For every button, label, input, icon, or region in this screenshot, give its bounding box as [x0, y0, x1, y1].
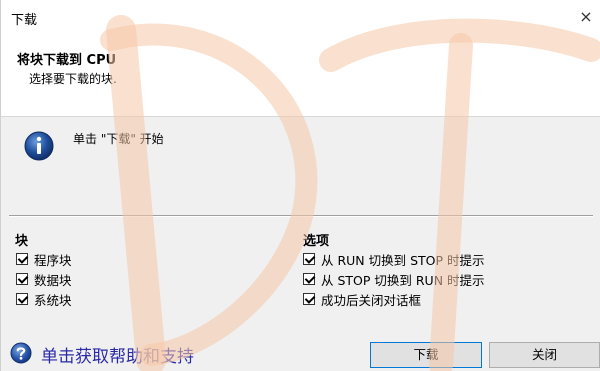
- help-link[interactable]: 单击获取帮助和支持: [41, 342, 194, 367]
- header-panel: 将块下载到 CPU 选择要下载的块.: [1, 36, 600, 117]
- checkbox-icon[interactable]: [16, 293, 28, 305]
- header-title: 将块下载到 CPU: [17, 53, 117, 68]
- title-bar: 下载 ×: [1, 0, 600, 36]
- checkbox-label: 从 STOP 切换到 RUN 时提示: [321, 272, 485, 288]
- download-button[interactable]: 下载: [370, 342, 482, 368]
- options-group-title: 选项: [303, 234, 330, 249]
- checkbox-label: 系统块: [34, 292, 72, 308]
- header-subtitle: 选择要下载的块.: [29, 72, 117, 86]
- info-message: 单击 "下载" 开始: [73, 132, 164, 146]
- checkbox-icon[interactable]: [16, 273, 28, 285]
- checkbox-run-to-stop-prompt[interactable]: 从 RUN 切换到 STOP 时提示: [303, 250, 485, 268]
- checkbox-label: 数据块: [34, 272, 72, 288]
- info-icon: [24, 131, 54, 161]
- checkbox-label: 成功后关闭对话框: [321, 292, 422, 308]
- window-title: 下载: [11, 13, 38, 28]
- checkbox-close-on-success[interactable]: 成功后关闭对话框: [303, 290, 421, 308]
- checkbox-icon[interactable]: [303, 253, 315, 265]
- checkbox-label: 程序块: [34, 252, 72, 268]
- checkbox-data-block[interactable]: 数据块: [16, 270, 72, 288]
- checkbox-icon[interactable]: [303, 293, 315, 305]
- checkbox-icon[interactable]: [16, 253, 28, 265]
- checkbox-label: 从 RUN 切换到 STOP 时提示: [321, 252, 485, 268]
- checkbox-system-block[interactable]: 系统块: [16, 290, 72, 308]
- checkbox-icon[interactable]: [303, 273, 315, 285]
- download-dialog: 下载 × 将块下载到 CPU 选择要下载的块. 单击 "下载" 开始 块 程序块…: [0, 0, 600, 371]
- close-icon[interactable]: ×: [575, 6, 597, 28]
- checkbox-program-block[interactable]: 程序块: [16, 250, 72, 268]
- blocks-group-title: 块: [15, 234, 29, 249]
- group-divider: [9, 215, 593, 217]
- help-icon[interactable]: [10, 342, 32, 364]
- checkbox-stop-to-run-prompt[interactable]: 从 STOP 切换到 RUN 时提示: [303, 270, 485, 288]
- close-button[interactable]: 关闭: [489, 342, 600, 368]
